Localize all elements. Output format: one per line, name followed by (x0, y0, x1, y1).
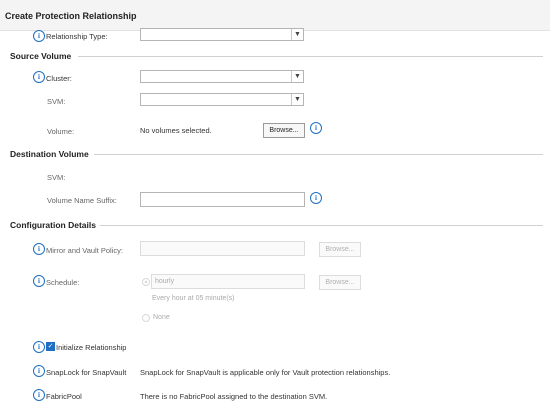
chevron-down-icon: ▼ (291, 29, 303, 40)
volume-name-suffix-input[interactable] (140, 192, 305, 207)
section-divider (78, 56, 543, 57)
destination-volume-heading: Destination Volume (10, 149, 89, 159)
source-volume-heading: Source Volume (10, 51, 72, 61)
info-icon[interactable]: i (33, 365, 45, 377)
info-icon[interactable]: i (33, 243, 45, 255)
schedule-browse-button[interactable]: Browse... (319, 275, 361, 290)
info-icon[interactable]: i (310, 122, 322, 134)
cluster-label: Cluster: (46, 74, 72, 83)
chevron-down-icon: ▼ (291, 94, 303, 105)
none-label: None (153, 314, 170, 321)
none-radio[interactable] (142, 314, 150, 322)
dialog-title-bar: Create Protection Relationship (0, 0, 550, 31)
section-divider (100, 225, 543, 226)
volume-name-suffix-label: Volume Name Suffix: (47, 196, 117, 205)
info-icon[interactable]: i (33, 341, 45, 353)
chevron-down-icon: ▼ (291, 71, 303, 82)
schedule-value: hourly (155, 278, 175, 285)
checkmark-icon[interactable]: ✓ (46, 342, 55, 351)
source-volume-browse-button[interactable]: Browse... (263, 123, 305, 138)
schedule-input[interactable]: hourly (151, 274, 305, 289)
schedule-hint: Every hour at 05 minute(s) (152, 295, 235, 302)
snaplock-text: SnapLock for SnapVault is applicable onl… (140, 368, 391, 377)
info-icon[interactable]: i (310, 192, 322, 204)
info-icon[interactable]: i (33, 30, 45, 42)
mirror-vault-policy-label: Mirror and Vault Policy: (46, 246, 123, 255)
dialog-title: Create Protection Relationship (5, 11, 137, 21)
destination-svm-label: SVM: (47, 173, 66, 182)
info-icon[interactable]: i (33, 275, 45, 287)
info-icon[interactable]: i (33, 71, 45, 83)
info-icon[interactable]: i (33, 389, 45, 401)
schedule-label: Schedule: (46, 278, 80, 287)
mirror-vault-policy-input[interactable] (140, 241, 305, 256)
section-divider (94, 154, 543, 155)
relationship-type-label: Relationship Type: (46, 32, 108, 41)
source-svm-label: SVM: (47, 97, 66, 106)
fabricpool-label: FabricPool (46, 392, 82, 401)
source-svm-select[interactable]: ▼ (140, 93, 304, 106)
configuration-details-heading: Configuration Details (10, 220, 96, 230)
schedule-radio[interactable] (142, 278, 150, 286)
source-volume-label: Volume: (47, 127, 75, 136)
snaplock-label: SnapLock for SnapVault (46, 368, 127, 377)
relationship-type-select[interactable]: ▼ (140, 28, 304, 41)
fabricpool-text: There is no FabricPool assigned to the d… (140, 392, 328, 401)
initialize-relationship-label: Initialize Relationship (56, 343, 127, 352)
source-volume-value: No volumes selected. (140, 126, 212, 135)
cluster-select[interactable]: ▼ (140, 70, 304, 83)
policy-browse-button[interactable]: Browse... (319, 242, 361, 257)
